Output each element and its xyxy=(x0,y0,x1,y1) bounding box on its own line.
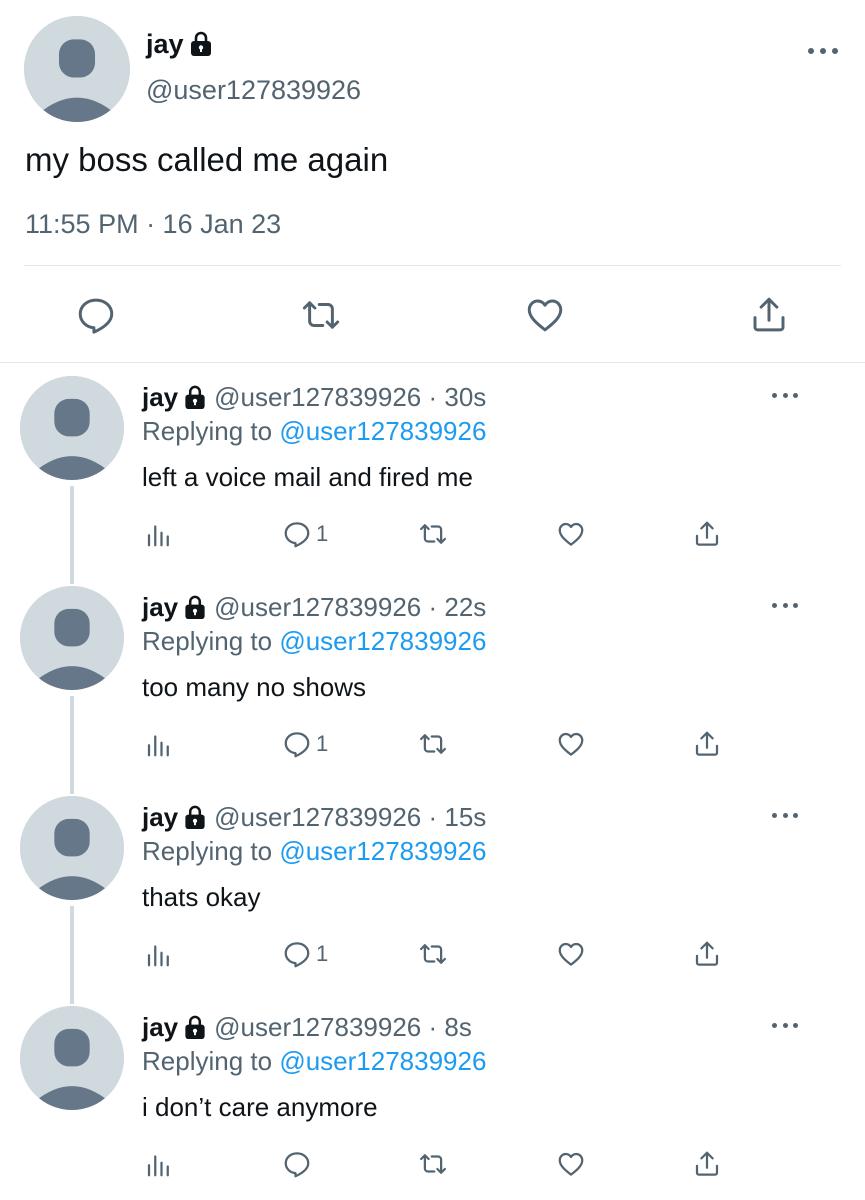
replying-to-mention[interactable]: @user127839926 xyxy=(279,416,486,446)
like-icon[interactable] xyxy=(524,294,566,336)
more-options-icon[interactable] xyxy=(772,600,798,610)
more-options-icon[interactable] xyxy=(772,390,798,400)
avatar[interactable] xyxy=(24,16,130,122)
lock-icon xyxy=(184,1015,206,1040)
display-name[interactable]: jay xyxy=(142,800,178,834)
like-icon[interactable] xyxy=(556,726,586,762)
reply-icon xyxy=(282,939,312,969)
reply-icon xyxy=(282,519,312,549)
more-options-icon[interactable] xyxy=(808,45,838,57)
retweet-icon[interactable] xyxy=(418,516,448,552)
more-options-icon[interactable] xyxy=(772,1020,798,1030)
lock-icon xyxy=(184,385,206,410)
analytics-icon[interactable] xyxy=(144,1146,174,1182)
reply-count: 1 xyxy=(316,521,329,546)
replying-to: Replying to @user127839926 xyxy=(142,414,486,448)
reply-text: thats okay xyxy=(142,882,261,912)
replying-to-label: Replying to xyxy=(142,1046,280,1076)
divider xyxy=(24,265,841,266)
share-icon[interactable] xyxy=(748,294,790,336)
replying-to-mention[interactable]: @user127839926 xyxy=(279,626,486,656)
thread-line xyxy=(70,696,74,794)
reply-text: i don’t care anymore xyxy=(142,1092,378,1122)
like-icon[interactable] xyxy=(556,936,586,972)
handle-and-time[interactable]: @user127839926 · 8s xyxy=(214,1010,472,1044)
lock-icon xyxy=(184,805,206,830)
analytics-icon[interactable] xyxy=(144,936,174,972)
analytics-icon[interactable] xyxy=(144,516,174,552)
replying-to: Replying to @user127839926 xyxy=(142,624,486,658)
share-icon[interactable] xyxy=(692,1146,722,1182)
replying-to-label: Replying to xyxy=(142,626,280,656)
share-icon[interactable] xyxy=(692,936,722,972)
replying-to-mention[interactable]: @user127839926 xyxy=(279,836,486,866)
tweet-thread: jay @user127839926 my boss called me aga… xyxy=(0,0,865,1200)
retweet-icon[interactable] xyxy=(418,1146,448,1182)
reply-tweet[interactable]: jay @user127839926 · 8s Replying to @use… xyxy=(0,994,865,1200)
reply-button[interactable]: 1 xyxy=(282,726,328,762)
tweet-text: my boss called me again xyxy=(25,141,389,178)
handle-and-time[interactable]: @user127839926 · 30s xyxy=(214,380,486,414)
handle-and-time[interactable]: @user127839926 · 22s xyxy=(214,590,486,624)
display-name[interactable]: jay xyxy=(146,26,212,62)
divider xyxy=(0,362,865,363)
retweet-icon[interactable] xyxy=(418,726,448,762)
reply-icon xyxy=(282,729,312,759)
reply-text: too many no shows xyxy=(142,672,367,702)
reply-tweet[interactable]: jay @user127839926 · 15s Replying to @us… xyxy=(0,784,865,1004)
share-icon[interactable] xyxy=(692,516,722,552)
replying-to: Replying to @user127839926 xyxy=(142,1044,486,1078)
reply-tweet[interactable]: jay @user127839926 · 22s Replying to @us… xyxy=(0,574,865,794)
thread-line xyxy=(70,486,74,584)
display-name[interactable]: jay xyxy=(142,380,178,414)
avatar[interactable] xyxy=(20,1006,124,1110)
lock-icon xyxy=(184,595,206,620)
reply-icon xyxy=(282,1149,312,1179)
reply-header: jay @user127839926 · 22s xyxy=(142,590,486,624)
share-icon[interactable] xyxy=(692,726,722,762)
reply-button[interactable]: 1 xyxy=(282,516,328,552)
replying-to-mention[interactable]: @user127839926 xyxy=(279,1046,486,1076)
avatar[interactable] xyxy=(20,796,124,900)
replying-to: Replying to @user127839926 xyxy=(142,834,486,868)
more-options-icon[interactable] xyxy=(772,810,798,820)
tweet-timestamp[interactable]: 11:55 PM · 16 Jan 23 xyxy=(25,206,281,242)
analytics-icon[interactable] xyxy=(144,726,174,762)
retweet-icon[interactable] xyxy=(300,294,342,336)
reply-text: left a voice mail and fired me xyxy=(142,462,473,492)
avatar[interactable] xyxy=(20,586,124,690)
like-icon[interactable] xyxy=(556,1146,586,1182)
reply-tweet[interactable]: jay @user127839926 · 30s Replying to @us… xyxy=(0,364,865,584)
reply-header: jay @user127839926 · 30s xyxy=(142,380,486,414)
handle[interactable]: @user127839926 xyxy=(146,72,361,108)
reply-count: 1 xyxy=(316,941,329,966)
replying-to-label: Replying to xyxy=(142,836,280,866)
avatar[interactable] xyxy=(20,376,124,480)
reply-icon[interactable] xyxy=(75,294,117,336)
reply-header: jay @user127839926 · 8s xyxy=(142,1010,472,1044)
handle-and-time[interactable]: @user127839926 · 15s xyxy=(214,800,486,834)
lock-icon xyxy=(190,31,212,57)
reply-header: jay @user127839926 · 15s xyxy=(142,800,486,834)
replying-to-label: Replying to xyxy=(142,416,280,446)
reply-button[interactable]: 1 xyxy=(282,936,328,972)
reply-button[interactable] xyxy=(282,1146,316,1182)
display-name[interactable]: jay xyxy=(142,1010,178,1044)
like-icon[interactable] xyxy=(556,516,586,552)
retweet-icon[interactable] xyxy=(418,936,448,972)
display-name[interactable]: jay xyxy=(142,590,178,624)
display-name-text: jay xyxy=(146,29,184,59)
thread-line xyxy=(70,906,74,1004)
reply-count: 1 xyxy=(316,731,329,756)
